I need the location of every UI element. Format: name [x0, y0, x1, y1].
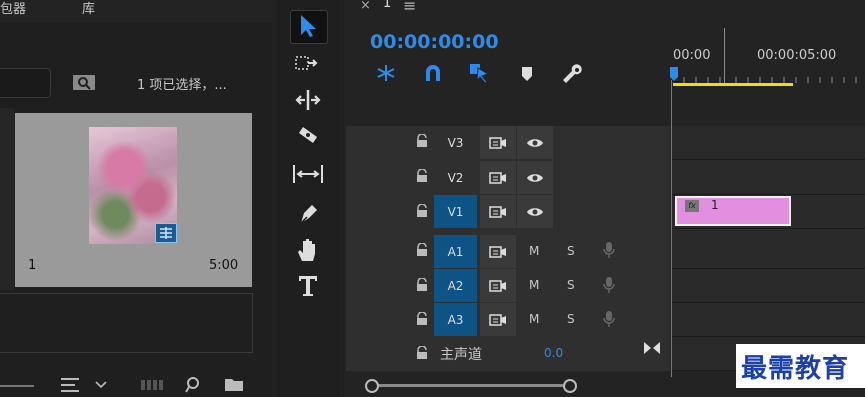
track-name-a1[interactable]: A1 — [434, 235, 477, 268]
linked-selection-icon[interactable] — [468, 62, 490, 84]
sequence-badge-icon — [155, 223, 177, 243]
sync-lock-a2[interactable] — [480, 269, 516, 302]
microphone-icon[interactable] — [603, 310, 615, 328]
timeline-row-v2[interactable] — [672, 161, 865, 195]
ruler-label-start: 00:00 — [673, 48, 711, 63]
nest-toggle-icon[interactable] — [375, 64, 397, 82]
sync-lock-icon — [489, 205, 506, 218]
list-view-icon[interactable] — [60, 377, 82, 393]
eye-icon — [527, 173, 543, 182]
eye-icon — [527, 207, 543, 216]
sync-lock-icon — [489, 279, 506, 292]
chevron-down-icon[interactable] — [95, 380, 107, 390]
microphone-icon[interactable] — [603, 276, 615, 294]
lock-icon[interactable] — [416, 134, 428, 148]
scrollbar-track — [372, 384, 570, 387]
sync-lock-v1[interactable] — [480, 195, 516, 228]
project-panel-header — [0, 0, 272, 22]
razor-tool-icon[interactable] — [297, 125, 319, 149]
eye-icon — [527, 138, 543, 147]
zoom-slider-track[interactable] — [0, 385, 34, 387]
tab-library[interactable]: 库 — [82, 0, 95, 17]
track-name-a3[interactable]: A3 — [434, 303, 477, 336]
lock-icon[interactable] — [416, 204, 428, 218]
hand-tool-icon[interactable] — [296, 237, 320, 263]
slip-tool-icon[interactable] — [292, 163, 324, 185]
timeline-row-a1[interactable] — [672, 235, 865, 269]
visibility-v3[interactable] — [517, 126, 553, 159]
sync-lock-icon — [489, 136, 506, 149]
mute-button-a1[interactable]: M — [529, 244, 539, 258]
timeline-row-v3[interactable] — [672, 126, 865, 160]
clip-fx-badge: fx — [685, 200, 699, 212]
sync-lock-v2[interactable] — [480, 161, 516, 194]
selection-status: 1 项已选择，... — [137, 78, 227, 93]
new-bin-icon[interactable] — [224, 376, 244, 392]
ripple-edit-tool-icon[interactable] — [295, 89, 321, 111]
sequence-tab-menu[interactable]: ≡ — [403, 0, 416, 15]
track-select-tool-icon[interactable] — [295, 55, 319, 75]
visibility-v2[interactable] — [517, 161, 553, 194]
visibility-v1[interactable] — [517, 195, 553, 228]
sync-lock-a3[interactable] — [480, 303, 516, 336]
sync-lock-icon — [489, 171, 506, 184]
scrollbar-right-handle[interactable] — [563, 379, 577, 393]
mute-button-a2[interactable]: M — [529, 278, 539, 292]
lock-icon[interactable] — [416, 346, 428, 360]
selection-tool-icon[interactable] — [298, 14, 318, 38]
type-tool-icon[interactable] — [297, 274, 319, 298]
sequence-tab-close[interactable]: × — [360, 0, 371, 13]
master-volume-value[interactable]: 0.0 — [544, 346, 563, 360]
mute-button-a3[interactable]: M — [529, 312, 539, 326]
track-name-v3[interactable]: V3 — [434, 126, 477, 159]
scrollbar-left-handle[interactable] — [365, 379, 379, 393]
solo-button-a1[interactable]: S — [567, 244, 575, 258]
microphone-icon[interactable] — [603, 241, 615, 259]
track-name-v2[interactable]: V2 — [434, 161, 477, 194]
work-area-bar[interactable] — [673, 83, 793, 86]
project-search-input[interactable] — [0, 68, 51, 98]
go-to-edit-point-icon[interactable] — [643, 341, 661, 355]
sync-lock-icon — [489, 245, 506, 258]
lock-icon[interactable] — [416, 312, 428, 326]
project-panel-scrollbar[interactable] — [0, 293, 253, 353]
clip-name: 1 — [28, 258, 37, 273]
timeline-clip-label: 1 — [711, 198, 719, 212]
master-track-label: 主声道 — [440, 347, 482, 363]
solo-button-a2[interactable]: S — [567, 278, 575, 292]
automate-to-sequence-icon[interactable] — [141, 378, 163, 392]
sync-lock-a1[interactable] — [480, 235, 516, 268]
find-icon[interactable] — [72, 72, 96, 92]
tab-media-browser[interactable]: 包器 — [0, 0, 26, 17]
pen-tool-icon[interactable] — [297, 201, 321, 227]
track-name-v1[interactable]: V1 — [434, 195, 477, 228]
timeline-settings-icon[interactable] — [562, 63, 584, 85]
sync-lock-v3[interactable] — [480, 126, 516, 159]
snap-icon[interactable] — [423, 64, 443, 82]
ruler-label-5s: 00:00:05:00 — [757, 48, 837, 63]
add-marker-icon[interactable] — [520, 66, 534, 82]
lock-icon[interactable] — [416, 278, 428, 292]
sync-lock-icon — [489, 313, 506, 326]
playhead-timecode[interactable]: 00:00:00:00 — [370, 31, 499, 53]
project-list-divider — [0, 108, 14, 290]
sequence-tab-name[interactable]: 1 — [383, 0, 391, 11]
lock-icon[interactable] — [416, 243, 428, 257]
timeline-row-a3[interactable] — [672, 303, 865, 337]
watermark-text: 最需教育 — [741, 354, 850, 384]
solo-button-a3[interactable]: S — [567, 312, 575, 326]
search-icon[interactable] — [185, 376, 203, 394]
track-name-a2[interactable]: A2 — [434, 269, 477, 302]
lock-icon[interactable] — [416, 169, 428, 183]
clip-duration: 5:00 — [209, 258, 239, 273]
playhead-line[interactable] — [671, 80, 672, 377]
timeline-row-a2[interactable] — [672, 269, 865, 303]
